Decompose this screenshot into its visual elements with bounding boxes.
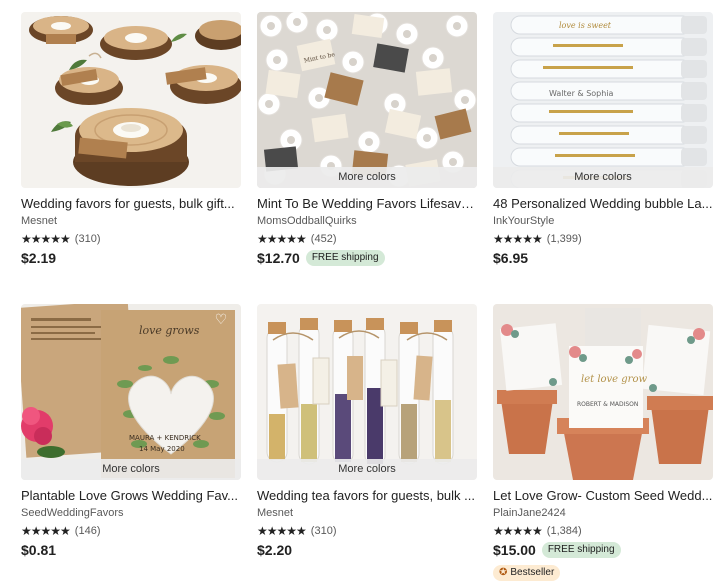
free-shipping-badge: FREE shipping [541, 542, 621, 558]
price-row: $0.81 [21, 542, 241, 558]
star-rating-icons: ★★★★★ [21, 232, 71, 246]
listing-price: $12.70 [257, 250, 300, 266]
bestseller-label: Bestseller [510, 567, 555, 578]
listing-price: $2.19 [21, 250, 57, 266]
listing-title[interactable]: Let Love Grow- Custom Seed Wedd... [493, 488, 713, 504]
shop-name[interactable]: SeedWeddingFavors [21, 507, 241, 520]
listing-price: $0.81 [21, 542, 57, 558]
bubble-tubes-photo: love is sweet Walter & Sophia [493, 12, 713, 188]
review-count: (452) [310, 233, 337, 245]
seed-pots-photo: let love grow ROBERT & MADISON [493, 304, 713, 480]
pot-names-text: ROBERT & MADISON [577, 401, 638, 408]
star-rating-icons: ★★★★★ [493, 524, 543, 538]
listing-price: $15.00 [493, 542, 536, 558]
listing-rating: ★★★★★ (310) [21, 232, 241, 246]
listing-rating: ★★★★★ (310) [257, 524, 477, 538]
review-count: (146) [74, 525, 101, 537]
listing-card-wood-candle[interactable]: Wedding favors for guests, bulk gift... … [21, 12, 241, 266]
listing-card-bubbles[interactable]: love is sweet Walter & Sophia More color… [493, 12, 713, 266]
more-colors-label: More colors [257, 167, 477, 188]
star-rating-icons: ★★★★★ [493, 232, 543, 246]
seed-paper-card-photo: love grows MAURA + KENDRICK 14 May 2020 [21, 304, 241, 480]
bestseller-badge: ✪ Bestseller [493, 565, 561, 581]
pot-tag-text: let love grow [581, 374, 647, 385]
listing-card-mints[interactable]: Mint to be More colors Mint To Be Weddin… [257, 12, 477, 266]
listing-card-tea-tubes[interactable]: More colors Wedding tea favors for guest… [257, 304, 477, 558]
price-row: $12.70 FREE shipping [257, 250, 477, 266]
shop-name[interactable]: MomsOddballQuirks [257, 215, 477, 228]
more-colors-label: More colors [21, 459, 241, 480]
listing-rating: ★★★★★ (146) [21, 524, 241, 538]
award-icon: ✪ [499, 567, 508, 578]
price-row: $2.20 [257, 542, 477, 558]
listing-grid: Wedding favors for guests, bulk gift... … [0, 0, 725, 581]
shop-name[interactable]: Mesnet [257, 507, 477, 520]
star-rating-icons: ★★★★★ [257, 524, 307, 538]
seed-card-title: love grows [139, 324, 200, 337]
listing-image[interactable]: Mint to be More colors [257, 12, 477, 188]
listing-rating: ★★★★★ (452) [257, 232, 477, 246]
more-colors-label: More colors [257, 459, 477, 480]
price-row: $2.19 [21, 250, 241, 266]
shop-name[interactable]: PlainJane2424 [493, 507, 713, 520]
listing-title[interactable]: 48 Personalized Wedding bubble La... [493, 196, 713, 212]
mint-favors-photo: Mint to be [257, 12, 477, 188]
listing-card-seed-pots[interactable]: let love grow ROBERT & MADISON Let Love … [493, 304, 713, 581]
bubble-names-text: Walter & Sophia [549, 89, 614, 98]
listing-title[interactable]: Wedding tea favors for guests, bulk ... [257, 488, 477, 504]
shop-name[interactable]: Mesnet [21, 215, 241, 228]
review-count: (1,399) [546, 233, 582, 245]
review-count: (1,384) [546, 525, 582, 537]
star-rating-icons: ★★★★★ [21, 524, 71, 538]
shop-name[interactable]: InkYourStyle [493, 215, 713, 228]
tea-tubes-photo [257, 304, 477, 480]
more-colors-label: More colors [493, 167, 713, 188]
listing-image[interactable] [21, 12, 241, 188]
free-shipping-badge: FREE shipping [305, 250, 385, 266]
price-row: $6.95 [493, 250, 713, 266]
listing-card-seed-paper[interactable]: love grows MAURA + KENDRICK 14 May 2020 … [21, 304, 241, 558]
heart-outline-icon[interactable]: ♡ [214, 312, 228, 326]
star-rating-icons: ★★★★★ [257, 232, 307, 246]
bubble-label-text: love is sweet [559, 21, 612, 30]
listing-rating: ★★★★★ (1,384) [493, 524, 713, 538]
review-count: (310) [74, 233, 101, 245]
listing-image[interactable]: love grows MAURA + KENDRICK 14 May 2020 … [21, 304, 241, 480]
seed-card-names: MAURA + KENDRICK [129, 434, 201, 442]
listing-title[interactable]: Wedding favors for guests, bulk gift... [21, 196, 241, 212]
badge-row: ✪ Bestseller [493, 562, 713, 581]
price-row: $15.00 FREE shipping [493, 542, 713, 558]
wood-slice-candle-photo [21, 12, 241, 188]
listing-title[interactable]: Plantable Love Grows Wedding Fav... [21, 488, 241, 504]
listing-title[interactable]: Mint To Be Wedding Favors Lifesave... [257, 196, 477, 212]
seed-card-date: 14 May 2020 [139, 445, 185, 453]
listing-rating: ★★★★★ (1,399) [493, 232, 713, 246]
listing-image[interactable]: More colors [257, 304, 477, 480]
listing-image[interactable]: let love grow ROBERT & MADISON [493, 304, 713, 480]
review-count: (310) [310, 525, 337, 537]
listing-price: $2.20 [257, 542, 293, 558]
listing-image[interactable]: love is sweet Walter & Sophia More color… [493, 12, 713, 188]
listing-price: $6.95 [493, 250, 529, 266]
